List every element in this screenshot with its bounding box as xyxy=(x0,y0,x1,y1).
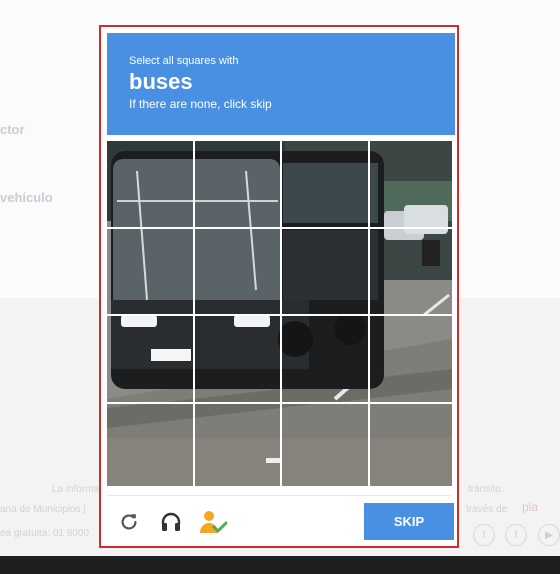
audio-challenge-button[interactable] xyxy=(157,508,185,536)
captcha-tile[interactable] xyxy=(107,316,193,402)
captcha-tile[interactable] xyxy=(194,141,280,227)
reload-icon xyxy=(121,514,137,530)
captcha-tile-image xyxy=(369,228,452,314)
captcha-tile[interactable] xyxy=(194,403,280,490)
skip-button[interactable]: SKIP xyxy=(364,503,454,540)
captcha-tile[interactable] xyxy=(194,228,280,314)
captcha-tile[interactable] xyxy=(107,403,193,490)
captcha-tile[interactable] xyxy=(369,316,456,402)
captcha-tile-image xyxy=(194,316,280,402)
captcha-tile-image xyxy=(369,316,452,402)
twitter-icon[interactable]: t xyxy=(473,524,495,546)
reload-button[interactable] xyxy=(115,508,143,536)
captcha-footer-divider xyxy=(107,495,451,496)
background-footer-text: través de xyxy=(466,504,508,515)
captcha-tile-image xyxy=(369,403,452,486)
captcha-tile-image xyxy=(107,316,193,402)
captcha-tile[interactable] xyxy=(369,403,456,490)
facebook-icon[interactable]: f xyxy=(505,524,527,546)
captcha-hint: If there are none, click skip xyxy=(129,97,272,111)
captcha-tile[interactable] xyxy=(194,316,280,402)
captcha-dialog: Select all squares with buses If there a… xyxy=(99,25,459,548)
captcha-tile-image xyxy=(194,403,280,486)
background-footer-text: ana de Municipios | xyxy=(0,504,86,515)
captcha-tile[interactable] xyxy=(369,228,456,314)
background-label-vehicle: vehículo xyxy=(0,190,53,205)
background-label-conductor: ctor xyxy=(0,122,25,137)
captcha-tile[interactable] xyxy=(107,141,193,227)
person-check-icon xyxy=(200,511,227,533)
captcha-header: Select all squares with buses If there a… xyxy=(107,33,455,135)
captcha-tile[interactable] xyxy=(107,228,193,314)
captcha-tile[interactable] xyxy=(282,316,368,402)
captcha-tile[interactable] xyxy=(369,141,456,227)
background-brand-logo: pla xyxy=(522,500,539,514)
page-bottom-bar xyxy=(0,556,560,574)
captcha-tile-image xyxy=(107,228,193,314)
captcha-tile[interactable] xyxy=(282,403,368,490)
captcha-tile[interactable] xyxy=(282,228,368,314)
captcha-tile-image xyxy=(369,141,452,227)
help-verify-button[interactable] xyxy=(199,508,227,536)
captcha-tile-image xyxy=(282,141,368,227)
captcha-image-grid xyxy=(107,141,455,489)
captcha-tile-image xyxy=(282,403,368,486)
captcha-target-keyword: buses xyxy=(129,69,193,94)
captcha-tile-image xyxy=(107,403,193,486)
captcha-tile-image xyxy=(194,141,280,227)
youtube-icon[interactable]: ▶ xyxy=(538,524,560,546)
background-footer-text: ea gratuita: 01 8000 xyxy=(0,528,89,539)
captcha-tile-image xyxy=(107,141,193,227)
captcha-tile-image xyxy=(194,228,280,314)
captcha-tile-image xyxy=(282,316,368,402)
captcha-tile[interactable] xyxy=(282,141,368,227)
captcha-instruction: Select all squares with xyxy=(129,55,239,67)
headphones-icon xyxy=(161,512,181,531)
background-footer-text: La informa xyxy=(52,484,100,495)
captcha-tile-image xyxy=(282,228,368,314)
background-footer-text: tránsito. xyxy=(468,484,504,495)
